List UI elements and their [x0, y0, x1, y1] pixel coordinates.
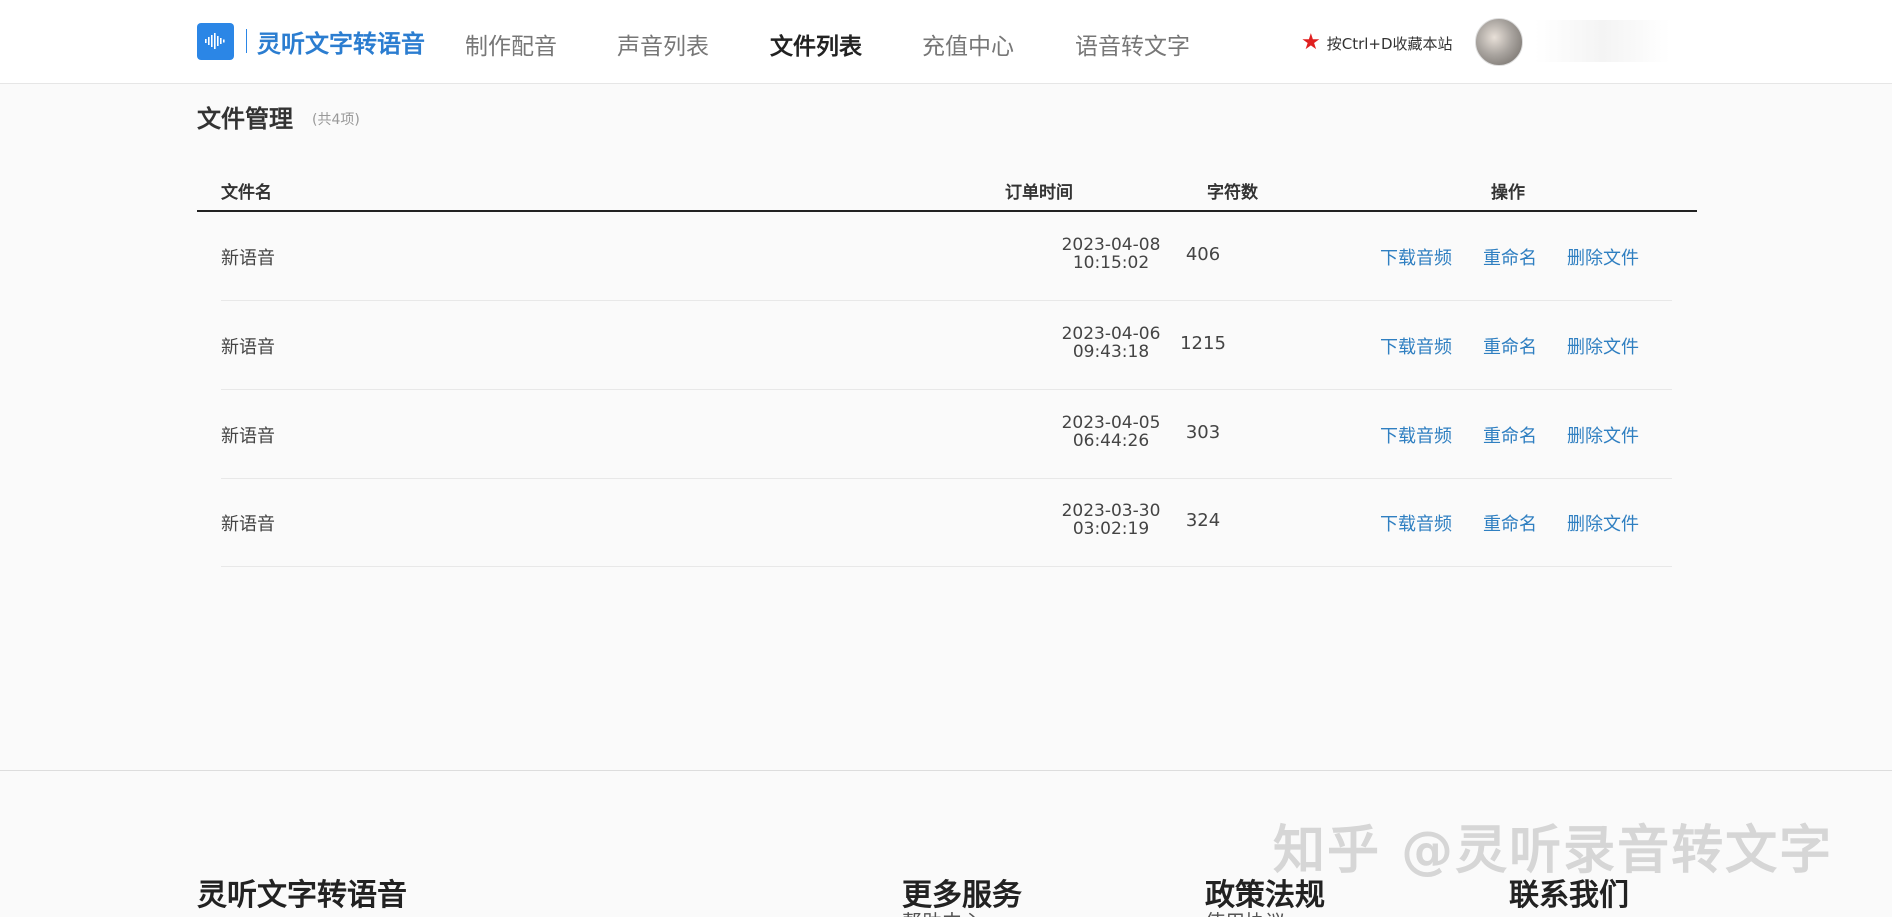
column-order-time: 订单时间: [1005, 183, 1073, 203]
delete-file-link[interactable]: 删除文件: [1567, 510, 1639, 536]
column-actions: 操作: [1491, 183, 1525, 203]
table-row: 新语音 2023-04-06 09:43:18 1215 下载音频 重命名 删除…: [221, 301, 1672, 390]
file-name: 新语音: [221, 426, 275, 447]
table-row: 新语音 2023-03-30 03:02:19 324 下载音频 重命名 删除文…: [221, 478, 1672, 567]
footer-brand: 灵听文字转语音: [197, 878, 407, 913]
bookmark-text: 按Ctrl+D收藏本站: [1326, 34, 1453, 53]
nav-speech-to-text[interactable]: 语音转文字: [1075, 27, 1190, 61]
nav-recharge-center[interactable]: 充值中心: [922, 27, 1014, 61]
nav-voice-list[interactable]: 声音列表: [617, 27, 709, 61]
column-file-name: 文件名: [221, 183, 272, 203]
logo-divider: [246, 29, 247, 53]
rename-link[interactable]: 重命名: [1483, 422, 1537, 448]
nav-file-list[interactable]: 文件列表: [770, 27, 862, 61]
column-char-count: 字符数: [1207, 183, 1258, 203]
rename-link[interactable]: 重命名: [1483, 333, 1537, 359]
footer-help-center-link[interactable]: 帮助中心: [902, 906, 982, 917]
star-icon: ★: [1301, 30, 1321, 55]
download-audio-link[interactable]: 下载音频: [1380, 510, 1452, 536]
delete-file-link[interactable]: 删除文件: [1567, 244, 1639, 270]
file-name: 新语音: [221, 514, 275, 535]
rename-link[interactable]: 重命名: [1483, 510, 1537, 536]
top-header: 灵听文字转语音 制作配音 声音列表 文件列表 充值中心 语音转文字 ★ 按Ctr…: [0, 0, 1892, 84]
footer-terms-link[interactable]: 使用协议: [1205, 906, 1285, 917]
user-avatar[interactable]: [1475, 18, 1523, 66]
download-audio-link[interactable]: 下载音频: [1380, 333, 1452, 359]
footer-contact-us: 联系我们: [1509, 878, 1629, 913]
delete-file-link[interactable]: 删除文件: [1567, 422, 1639, 448]
delete-file-link[interactable]: 删除文件: [1567, 333, 1639, 359]
page-title: 文件管理: [197, 105, 293, 133]
file-name: 新语音: [221, 337, 275, 358]
table-row: 新语音 2023-04-08 10:15:02 406 下载音频 重命名 删除文…: [221, 212, 1672, 301]
char-count: 406: [1185, 244, 1221, 265]
download-audio-link[interactable]: 下载音频: [1380, 422, 1452, 448]
char-count: 1215: [1180, 333, 1226, 354]
download-audio-link[interactable]: 下载音频: [1380, 244, 1452, 270]
site-logo[interactable]: 灵听文字转语音: [197, 22, 425, 60]
bookmark-hint[interactable]: ★ 按Ctrl+D收藏本站: [1301, 32, 1453, 54]
table-row: 新语音 2023-04-05 06:44:26 303 下载音频 重命名 删除文…: [221, 390, 1672, 479]
rename-link[interactable]: 重命名: [1483, 244, 1537, 270]
char-count: 303: [1185, 422, 1221, 443]
sound-wave-icon: [197, 22, 234, 60]
footer-divider: [0, 770, 1892, 771]
logo-text: 灵听文字转语音: [257, 29, 425, 58]
table-header: 文件名 订单时间 字符数 操作: [197, 170, 1697, 212]
item-count: (共4项): [312, 112, 360, 128]
file-name: 新语音: [221, 248, 275, 269]
nav-make-dubbing[interactable]: 制作配音: [465, 27, 557, 61]
username-area[interactable]: [1535, 20, 1670, 62]
char-count: 324: [1185, 510, 1221, 531]
